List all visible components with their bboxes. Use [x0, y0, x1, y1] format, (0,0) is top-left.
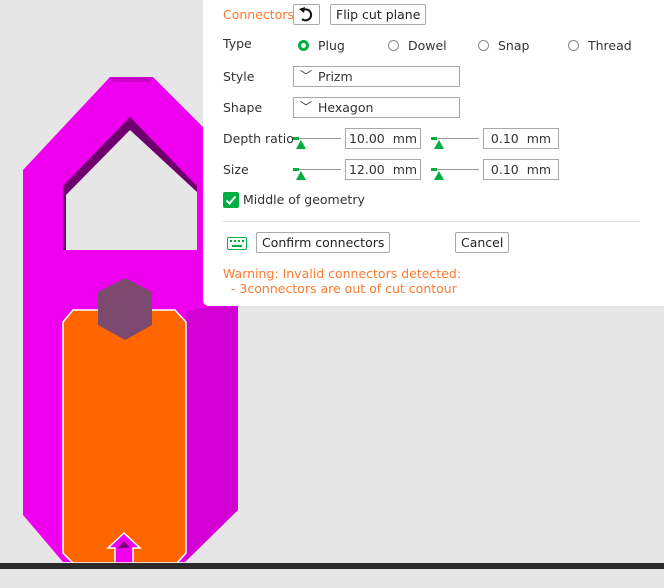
flip-cut-plane-button[interactable]: Flip cut plane: [330, 4, 427, 25]
undo-button[interactable]: [293, 4, 320, 25]
depth-ratio-tolerance-slider[interactable]: [431, 134, 483, 150]
checkmark-icon: [225, 195, 237, 205]
keyboard-icon[interactable]: [227, 237, 247, 250]
radio-snap-label: Snap: [498, 38, 530, 53]
depth-ratio-label: Depth ratio: [223, 131, 294, 146]
undo-icon: [299, 7, 313, 22]
slider-thumb[interactable]: [434, 171, 444, 180]
radio-dowel-indicator: [388, 40, 399, 51]
size-slider[interactable]: [293, 165, 345, 181]
radio-thread-indicator: [568, 40, 579, 51]
size-tolerance-input[interactable]: 0.10 mm: [483, 159, 559, 180]
radio-thread-label: Thread: [588, 38, 632, 53]
depth-ratio-slider[interactable]: [293, 134, 345, 150]
divider: [223, 221, 640, 222]
radio-plug[interactable]: Plug: [298, 38, 345, 53]
cut-part: [62, 309, 187, 564]
warning-text-line2: - 3connectors are out of cut contour: [223, 281, 457, 296]
middle-of-geometry-label: Middle of geometry: [243, 192, 365, 207]
radio-plug-label: Plug: [318, 38, 345, 53]
radio-dowel-label: Dowel: [408, 38, 447, 53]
connectors-title: Connectors: [223, 7, 294, 22]
chevron-down-icon: ﹀: [300, 100, 313, 114]
slider-thumb[interactable]: [434, 140, 444, 149]
warning-text-line1: Warning: Invalid connectors detected:: [223, 266, 462, 281]
style-label: Style: [223, 69, 255, 84]
radio-snap-indicator: [478, 40, 489, 51]
style-select-value: Prizm: [318, 69, 353, 84]
size-tolerance-slider[interactable]: [431, 165, 483, 181]
depth-ratio-tolerance-input[interactable]: 0.10 mm: [483, 128, 559, 149]
size-input[interactable]: 12.00 mm: [345, 159, 421, 180]
chevron-down-icon: ﹀: [300, 69, 313, 83]
radio-thread[interactable]: Thread: [568, 38, 632, 53]
radio-dowel[interactable]: Dowel: [388, 38, 447, 53]
model-side-shade: [185, 300, 238, 562]
shape-label: Shape: [223, 100, 263, 115]
middle-of-geometry-checkbox[interactable]: [223, 192, 239, 208]
depth-ratio-input[interactable]: 10.00 mm: [345, 128, 421, 149]
type-label: Type: [223, 36, 252, 51]
confirm-connectors-button[interactable]: Confirm connectors: [256, 232, 391, 253]
slider-thumb[interactable]: [296, 171, 306, 180]
cancel-button[interactable]: Cancel: [455, 232, 510, 253]
size-label: Size: [223, 162, 249, 177]
shape-select-value: Hexagon: [318, 100, 374, 115]
slider-thumb[interactable]: [296, 140, 306, 149]
ground-below: [0, 569, 664, 585]
shape-select[interactable]: ﹀ Hexagon: [293, 97, 460, 118]
radio-plug-indicator: [298, 40, 309, 51]
style-select[interactable]: ﹀ Prizm: [293, 66, 460, 87]
model-top-bevel: [110, 77, 153, 82]
radio-snap[interactable]: Snap: [478, 38, 529, 53]
